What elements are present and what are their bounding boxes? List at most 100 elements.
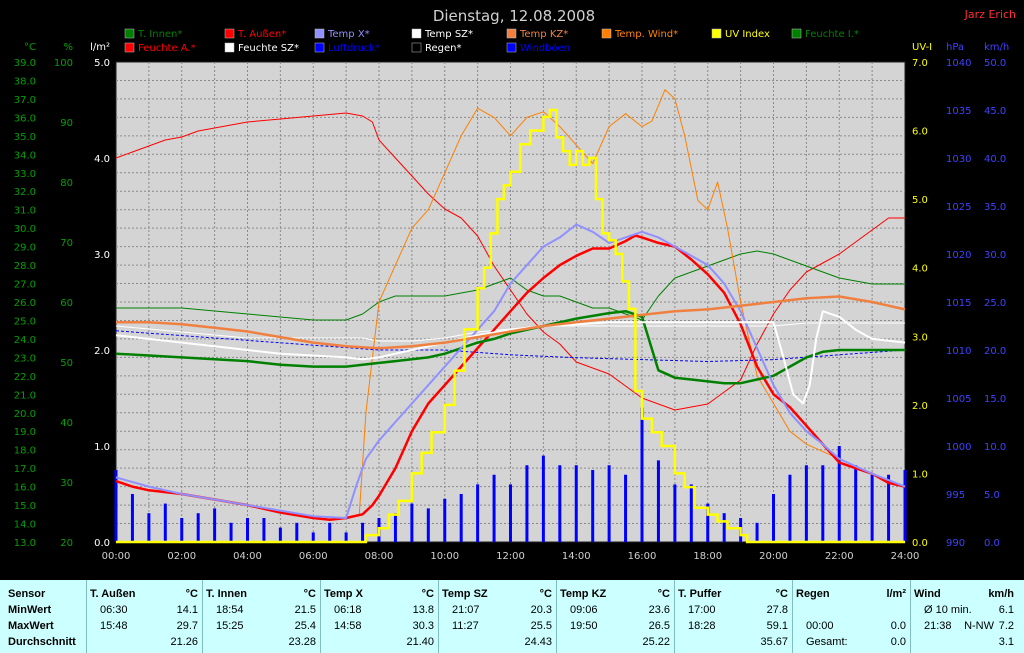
- stats-row-label: MinWert: [8, 604, 52, 616]
- axis-tick-rain: 0.0: [94, 538, 110, 549]
- axis-tick-uv: 2.0: [912, 401, 928, 412]
- legend-label: Windböen: [520, 43, 570, 54]
- legend-swatch: [601, 28, 612, 39]
- axis-tick-temp: 33.0: [14, 169, 36, 180]
- axis-tick-temp: 16.0: [14, 483, 36, 494]
- axis-tick-hum: 50: [60, 358, 73, 369]
- stats-min-time: 06:18: [334, 604, 362, 616]
- stats-max-value: 30.3: [412, 620, 434, 632]
- axis-tick-temp: 13.0: [14, 538, 36, 549]
- stats-min-time: 09:06: [570, 604, 598, 616]
- axis-tick-temp: 21.0: [14, 390, 36, 401]
- stats-max-value: 29.7: [176, 620, 198, 632]
- stats-column-title: Temp KZ: [560, 588, 607, 600]
- stats-min-value: 6.1: [998, 604, 1014, 616]
- legend-swatch: [314, 28, 325, 39]
- x-tick-label: 18:00: [693, 551, 722, 562]
- stats-column: [556, 580, 557, 653]
- axis-tick-wind: 30.0: [984, 250, 1006, 261]
- x-tick-label: 24:00: [891, 551, 920, 562]
- stats-min-time: 21:07: [452, 604, 480, 616]
- axis-tick-press: 1015: [946, 298, 971, 309]
- axis-tick-temp: 22.0: [14, 372, 36, 383]
- legend-swatch: [124, 28, 135, 39]
- axis-tick-temp: 29.0: [14, 243, 36, 254]
- axis-tick-rain: 3.0: [94, 250, 110, 261]
- x-tick-label: 12:00: [496, 551, 525, 562]
- stats-max-time: 00:00: [806, 620, 834, 632]
- stats-max-value: 25.5: [530, 620, 552, 632]
- stats-avg-value: 21.26: [170, 636, 198, 648]
- legend-label: Feuchte SZ*: [238, 43, 299, 54]
- axis-tick-uv: 0.0: [912, 538, 928, 549]
- stats-min-time: 18:54: [216, 604, 244, 616]
- x-tick-label: 14:00: [562, 551, 591, 562]
- stats-column-title: Temp X: [324, 588, 363, 600]
- legend-swatch: [411, 28, 422, 39]
- stats-max-time: 18:28: [688, 620, 716, 632]
- x-tick-label: 04:00: [233, 551, 262, 562]
- legend-swatch: [711, 28, 722, 39]
- axis-tick-wind: 50.0: [984, 58, 1006, 69]
- axis-tick-wind: 35.0: [984, 202, 1006, 213]
- axis-tick-uv: 7.0: [912, 58, 928, 69]
- stats-max-value: 59.1: [766, 620, 788, 632]
- stats-column-title: Wind: [914, 588, 941, 600]
- stats-avg-value: 23.28: [288, 636, 316, 648]
- stats-max-time: 21:38: [924, 620, 952, 632]
- legend-label: Temp X*: [327, 29, 370, 40]
- stats-max-value: 7.2: [998, 620, 1014, 632]
- axis-tick-press: 1005: [946, 394, 971, 405]
- author-label: Jarz Erich: [964, 8, 1016, 21]
- axis-tick-hum: 30: [60, 478, 73, 489]
- x-tick-label: 06:00: [299, 551, 328, 562]
- stats-column-unit: l/m²: [886, 588, 906, 600]
- stats-column: [86, 580, 87, 653]
- axis-tick-rain: 4.0: [94, 154, 110, 165]
- x-tick-label: 22:00: [825, 551, 854, 562]
- axis-tick-temp: 34.0: [14, 150, 36, 161]
- axis-tick-temp: 23.0: [14, 353, 36, 364]
- axis-tick-temp: 28.0: [14, 261, 36, 272]
- stats-min-value: 23.6: [648, 604, 670, 616]
- axis-tick-temp: 39.0: [14, 58, 36, 69]
- legend-label: Temp. Wind*: [614, 29, 678, 40]
- axis-tick-press: 1035: [946, 106, 971, 117]
- axis-tick-temp: 18.0: [14, 446, 36, 457]
- statistics-table: Sensor MinWert MaxWert Durchschnitt T. Außen…: [0, 580, 1024, 653]
- legend-swatch: [124, 42, 135, 53]
- axis-tick-temp: 24.0: [14, 335, 36, 346]
- axis-unit-hum: %: [63, 42, 73, 53]
- axis-tick-temp: 37.0: [14, 95, 36, 106]
- stats-column-unit: °C: [775, 588, 788, 600]
- stats-column-title: T. Außen: [90, 588, 136, 600]
- stats-column-title: Regen: [796, 588, 830, 600]
- stats-column: [910, 580, 911, 653]
- stats-row-label: Sensor: [8, 588, 46, 600]
- stats-column-unit: km/h: [988, 588, 1014, 600]
- legend-swatch: [791, 28, 802, 39]
- stats-max-value: 25.4: [294, 620, 316, 632]
- stats-max-time: 19:50: [570, 620, 598, 632]
- axis-tick-hum: 20: [60, 538, 73, 549]
- stats-max-value: 26.5: [648, 620, 670, 632]
- axis-tick-uv: 1.0: [912, 469, 928, 480]
- axis-tick-temp: 30.0: [14, 224, 36, 235]
- axis-tick-temp: 15.0: [14, 501, 36, 512]
- stats-max-time: 15:25: [216, 620, 244, 632]
- axis-tick-uv: 6.0: [912, 127, 928, 138]
- axis-tick-temp: 25.0: [14, 316, 36, 327]
- legend-label: T. Innen*: [137, 29, 182, 40]
- x-tick-label: 16:00: [628, 551, 657, 562]
- axis-tick-uv: 4.0: [912, 264, 928, 275]
- stats-max-value: 0.0: [890, 620, 906, 632]
- axis-tick-hum: 60: [60, 298, 73, 309]
- stats-column: [320, 580, 321, 653]
- stats-column: [438, 580, 439, 653]
- axis-tick-temp: 20.0: [14, 409, 36, 420]
- stats-avg-value: 0.0: [890, 636, 906, 648]
- axis-unit-rain: l/m²: [90, 42, 110, 53]
- axis-tick-hum: 40: [60, 418, 73, 429]
- axis-tick-wind: 20.0: [984, 346, 1006, 357]
- stats-avg-value: 35.67: [760, 636, 788, 648]
